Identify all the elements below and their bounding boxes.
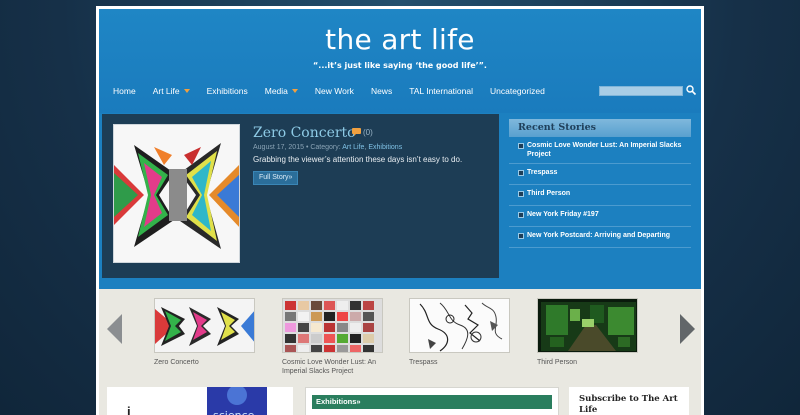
site-title[interactable]: the art life	[99, 23, 701, 56]
recent-story-link[interactable]: Third Person	[527, 189, 570, 198]
thumb-image	[155, 299, 254, 352]
recent-story-link[interactable]: New York Friday #197	[527, 210, 599, 219]
nav-label: News	[370, 86, 393, 96]
featured-story-title[interactable]: Zero Concerto	[253, 125, 356, 141]
nav-label: New Work	[314, 86, 354, 96]
recent-story-item[interactable]: Cosmic Love Wonder Lust: An Imperial Sla…	[509, 137, 691, 164]
category-link-art-life[interactable]: Art Life	[342, 144, 364, 151]
recent-stories-heading: Recent Stories	[509, 119, 691, 137]
science-graphic: science	[207, 387, 267, 415]
recent-story-link[interactable]: Cosmic Love Wonder Lust: An Imperial Sla…	[527, 141, 691, 159]
bullet-icon	[518, 233, 524, 239]
bullet-icon	[518, 191, 524, 197]
carousel-thumb-zero-concerto[interactable]	[154, 298, 255, 353]
category-prefix: • Category:	[305, 144, 341, 151]
featured-story-meta: August 17, 2015 • Category: Art Life, Ex…	[253, 144, 403, 151]
carousel-caption[interactable]: Third Person	[537, 358, 641, 367]
ad-widget[interactable]: i science	[107, 387, 293, 415]
recent-story-item[interactable]: Trespass	[509, 164, 691, 185]
thumb-image	[410, 299, 509, 352]
carousel-prev-arrow-icon[interactable]	[107, 314, 122, 344]
recent-story-link[interactable]: Trespass	[527, 168, 557, 177]
featured-story: Zero Concerto (0) August 17, 2015 • Cate…	[102, 114, 499, 278]
nav-item-news[interactable]: News	[371, 86, 392, 96]
carousel-next-arrow-icon[interactable]	[680, 314, 695, 344]
subscribe-heading: Subscribe to The Art Life	[579, 394, 678, 415]
comment-count[interactable]: (0)	[363, 128, 373, 137]
exhibitions-widget: Exhibitions»	[305, 387, 559, 415]
thumb-image	[538, 299, 637, 352]
search-icon[interactable]	[685, 84, 697, 96]
bottom-widgets: i science Exhibitions» Subscribe to The …	[99, 383, 701, 415]
bullet-icon	[518, 212, 524, 218]
full-story-button[interactable]: Full Story»	[253, 171, 299, 185]
nav-item-exhibitions[interactable]: Exhibitions	[207, 86, 248, 96]
site-frame: the art life “...it’s just like saying ‘…	[96, 6, 704, 415]
exhibitions-heading[interactable]: Exhibitions»	[312, 395, 552, 409]
carousel-thumb-trespass[interactable]	[409, 298, 510, 353]
site-tagline: “...it’s just like saying ‘the good life…	[313, 61, 487, 70]
nav-item-home[interactable]: Home	[113, 86, 136, 96]
science-label: science	[213, 409, 255, 415]
subscribe-widget: Subscribe to The Art Life	[569, 387, 689, 415]
recent-story-item[interactable]: Third Person	[509, 185, 691, 206]
nav-item-new-work[interactable]: New Work	[315, 86, 354, 96]
nav-label: Uncategorized	[490, 86, 545, 96]
site-inner: the art life “...it’s just like saying ‘…	[99, 9, 701, 415]
recent-story-link[interactable]: New York Postcard: Arriving and Departin…	[527, 231, 670, 240]
nav-label: Exhibitions	[206, 86, 248, 96]
ad-partial-text: i	[127, 404, 131, 415]
featured-story-image[interactable]	[113, 124, 240, 263]
thumb-image	[283, 299, 382, 352]
bullet-icon	[518, 170, 524, 176]
recent-story-item[interactable]: New York Postcard: Arriving and Departin…	[509, 227, 691, 248]
nav-item-uncategorized[interactable]: Uncategorized	[490, 86, 545, 96]
dropdown-caret-icon	[183, 89, 190, 93]
zero-concerto-artwork	[114, 125, 239, 262]
main-nav: Home Art Life Exhibitions Media New Work…	[113, 86, 562, 96]
carousel-caption[interactable]: Zero Concerto	[154, 358, 264, 367]
carousel-thumb-third-person[interactable]	[537, 298, 638, 353]
feature-section: Zero Concerto (0) August 17, 2015 • Cate…	[99, 113, 701, 289]
recent-story-item[interactable]: New York Friday #197	[509, 206, 691, 227]
dropdown-caret-icon	[291, 89, 298, 93]
carousel-caption[interactable]: Cosmic Love Wonder Lust: An Imperial Sla…	[282, 358, 386, 376]
carousel-caption[interactable]: Trespass	[409, 358, 513, 367]
nav-item-art-life[interactable]: Art Life	[153, 86, 190, 96]
science-ad-image[interactable]: science	[207, 387, 267, 415]
featured-story-excerpt: Grabbing the viewer’s attention these da…	[253, 155, 463, 164]
site-header: the art life “...it’s just like saying ‘…	[99, 9, 701, 113]
comment-icon[interactable]	[352, 128, 361, 136]
nav-label: Art Life	[152, 86, 180, 96]
story-carousel: Zero Concerto Cosmic Love Wonder Lust: A…	[99, 289, 701, 379]
post-date: August 17, 2015	[253, 144, 304, 151]
nav-item-tal-international[interactable]: TAL International	[409, 86, 473, 96]
nav-item-media[interactable]: Media	[265, 86, 298, 96]
search-input[interactable]	[599, 86, 683, 96]
recent-stories: Recent Stories Cosmic Love Wonder Lust: …	[509, 119, 691, 248]
nav-label: Home	[113, 86, 136, 96]
bullet-icon	[518, 143, 524, 149]
nav-label: TAL International	[409, 86, 473, 96]
nav-label: Media	[264, 86, 288, 96]
category-link-exhibitions[interactable]: Exhibitions	[368, 144, 402, 151]
carousel-thumb-cosmic-love[interactable]	[282, 298, 383, 353]
